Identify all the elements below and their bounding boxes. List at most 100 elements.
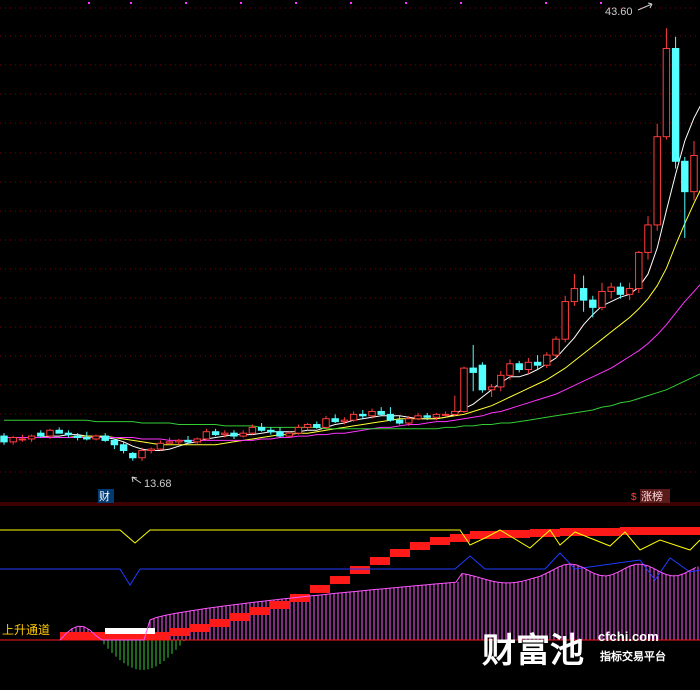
candle-body — [460, 367, 468, 412]
top-tick — [88, 2, 90, 4]
candle-body — [487, 386, 496, 391]
candle-body — [607, 286, 615, 292]
candle-body — [27, 435, 36, 440]
channel-step — [650, 527, 700, 535]
candle-body — [681, 160, 689, 193]
high-price-label: 43.60 — [605, 6, 633, 18]
candle-body — [18, 438, 27, 441]
marker-right-label: 涨榜 — [641, 489, 663, 503]
watermark-domain: cfchi.com — [598, 629, 659, 644]
top-tick — [460, 2, 462, 4]
candle-body — [533, 361, 542, 366]
candle-body — [0, 435, 8, 443]
candle-body — [405, 418, 413, 424]
candle-body — [184, 439, 192, 443]
candle-body — [303, 423, 312, 428]
candle-body — [331, 418, 339, 423]
candle-body — [285, 432, 293, 437]
channel-step — [590, 528, 620, 536]
channel-step — [620, 527, 650, 535]
candle-body — [257, 426, 266, 431]
top-tick — [600, 2, 602, 4]
channel-step — [230, 613, 250, 621]
top-tick — [185, 2, 187, 4]
candle-body — [386, 413, 395, 421]
candle-body — [202, 431, 211, 440]
candle-body — [497, 374, 505, 388]
candle-body — [340, 419, 349, 423]
candle-body — [175, 439, 183, 443]
candle-body — [138, 450, 146, 459]
candle-body — [515, 363, 523, 371]
candle-body — [230, 432, 238, 437]
top-tick — [350, 2, 352, 4]
top-tick — [240, 2, 242, 4]
candle-body — [267, 429, 275, 433]
marker-left-label: 财 — [99, 489, 110, 503]
candle-body — [635, 251, 643, 290]
candle-body — [478, 364, 487, 391]
candle-body — [395, 419, 404, 424]
top-tick — [405, 2, 407, 4]
candle-body — [83, 437, 91, 440]
candle-body — [37, 432, 45, 437]
candle-body — [377, 410, 385, 415]
channel-step — [430, 537, 450, 545]
candle-body — [147, 448, 155, 452]
candle-body — [653, 136, 661, 226]
candle-body — [119, 444, 128, 452]
top-tick — [130, 2, 132, 4]
watermark-brand: 财富池 — [482, 631, 584, 670]
low-price-label: 13.68 — [144, 478, 172, 490]
candle-body — [55, 429, 63, 434]
candle-body — [598, 290, 606, 308]
candle-body — [561, 301, 569, 340]
channel-step — [270, 601, 290, 609]
candle-body — [73, 435, 82, 439]
channel-step — [350, 566, 370, 574]
channel-step — [250, 607, 270, 615]
candle-body — [543, 354, 551, 366]
candle-body — [662, 47, 671, 138]
candle-body — [616, 286, 625, 295]
candle-body — [193, 438, 201, 443]
indicator-label: 上升通道 — [2, 623, 50, 637]
candle-body — [322, 418, 330, 428]
top-tick — [545, 2, 547, 4]
channel-step — [330, 576, 350, 584]
candle-body — [239, 432, 247, 437]
candle-body — [46, 429, 54, 437]
candle-body — [156, 442, 165, 450]
channel-step — [390, 549, 410, 557]
candle-body — [432, 413, 441, 418]
candle-body — [165, 441, 174, 444]
candle-body — [469, 367, 477, 373]
channel-step — [170, 628, 190, 636]
channel-step — [210, 619, 230, 627]
watermark-slogan: 指标交易平台 — [600, 649, 666, 663]
candle-body — [110, 439, 119, 446]
candle-body — [64, 432, 73, 436]
candle-body — [248, 426, 257, 434]
candle-body — [589, 299, 597, 308]
candle-body — [368, 410, 376, 417]
candle-body — [506, 363, 514, 376]
candle-body — [359, 413, 367, 417]
candle-body — [211, 431, 220, 436]
candle-body — [294, 426, 303, 434]
candle-body — [441, 413, 450, 416]
candle-body — [644, 224, 652, 253]
candle-body — [101, 435, 109, 441]
candle-body — [524, 361, 533, 371]
top-tick — [295, 2, 297, 4]
channel-step — [370, 557, 390, 565]
marker-right-prefix: $ — [631, 492, 637, 503]
channel-step — [530, 529, 560, 537]
stock-chart: 43.60 13.68 财 $ 涨榜 上升通道 财富池 cfchi.com 指标… — [0, 0, 700, 690]
candle-body — [129, 452, 137, 459]
candle-body — [276, 431, 284, 437]
channel-step — [310, 585, 330, 593]
channel-step — [410, 542, 430, 550]
candle-body — [92, 435, 100, 440]
candle-body — [570, 288, 579, 303]
